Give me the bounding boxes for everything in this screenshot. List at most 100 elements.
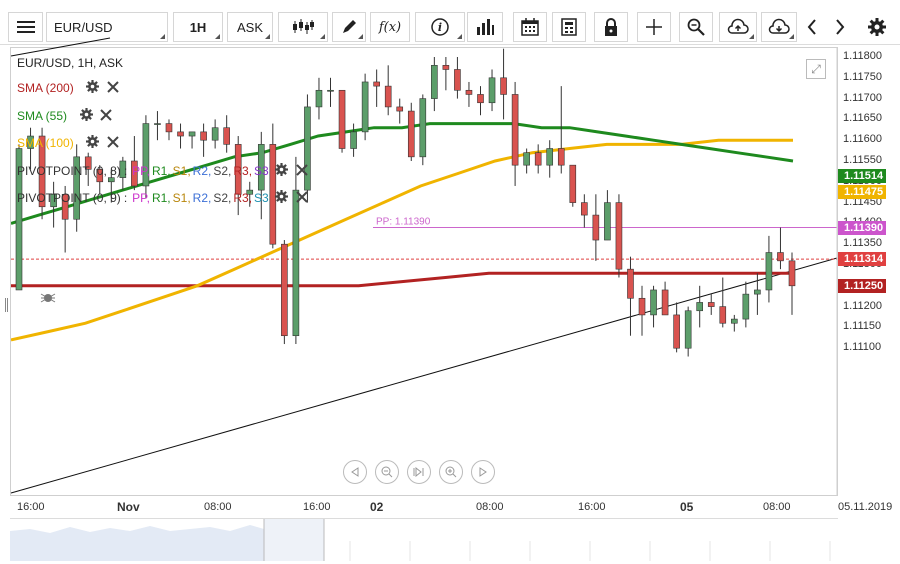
candle [615,194,623,278]
candle-body [223,127,230,145]
indicator-remove-button[interactable] [99,108,113,124]
pane-resize-handle[interactable] [5,298,8,312]
time-axis-label: 05.11.2019 [838,501,893,513]
chart-navigator[interactable] [10,518,838,561]
candle [292,156,300,345]
candle [338,89,346,153]
candle-body [373,81,380,87]
candle [396,98,404,124]
candle [200,123,207,157]
expand-icon: ⤢ [811,61,821,76]
candle [154,111,161,141]
gear-icon[interactable] [86,135,100,148]
close-icon[interactable] [106,135,119,148]
candle [361,73,369,141]
gear-icon[interactable] [275,190,289,203]
time-axis-label: 16:00 [17,501,45,513]
pivot-label: PIVOTPOINT (0, 9) [17,191,121,205]
indicator-settings-button[interactable] [79,108,93,124]
pan-right-button[interactable] [471,460,495,484]
close-icon[interactable] [100,108,112,121]
pivot-settings-button[interactable] [275,163,289,179]
pivot-legend-row: PIVOTPOINT (0, 8): PP, R1, S1, R2, S2, R3, S3 [17,162,309,180]
candle-body [211,127,219,141]
pivot-settings-button[interactable] [275,190,289,206]
price-tag: 1.11514 [838,168,886,183]
candle [177,123,184,149]
triangle-left-icon [351,467,359,477]
zoom-out-button[interactable] [375,460,399,484]
pivot-level-label: R1, [151,164,171,178]
indicator-settings-button[interactable] [86,80,100,96]
zoom-in-icon [445,466,457,478]
pivot-remove-button[interactable] [295,190,309,206]
candle [500,48,507,120]
candle [650,285,657,328]
triangle-right-icon [479,467,487,477]
close-icon[interactable] [296,190,308,203]
price-axis-label: 1.11750 [843,70,882,83]
pivot-level-label: S3 [254,191,269,205]
zoom-out-icon [381,466,393,478]
pivot-level-label: S1, [172,191,191,205]
pivot-remove-button[interactable] [295,163,309,179]
candle [684,306,692,357]
price-axis-label: 1.11150 [843,320,882,333]
candle [627,256,634,336]
close-icon[interactable] [296,163,308,176]
indicator-remove-button[interactable] [106,135,120,151]
indicator-label: SMA (55) [17,109,68,123]
candle-body [465,89,473,95]
price-axis-label: 1.11600 [843,133,882,146]
candle-body [719,306,727,324]
time-axis-label: 05 [680,500,694,514]
candle [511,81,519,186]
candle [454,57,461,99]
candle-body [754,289,761,295]
time-axis-label: 16:00 [578,501,606,513]
gear-icon[interactable] [275,163,289,176]
close-icon[interactable] [106,80,119,93]
candle [350,123,357,157]
candle [384,65,392,116]
indicator-label: SMA (100) [17,136,74,150]
candle [188,131,196,149]
candle [304,94,311,203]
indicator-settings-button[interactable] [86,135,100,151]
reset-button[interactable] [407,460,431,484]
candle [777,227,784,270]
candle [465,81,473,107]
pivot-level-label: S2, [213,164,232,178]
candle [534,144,542,174]
sma200-line [11,271,793,288]
candle [165,119,173,141]
candle [604,190,611,241]
candle [281,240,288,345]
pivot-level-label: R2, [192,164,212,178]
price-axis-label: 1.11100 [843,341,882,354]
pivot-level-label: S1, [172,164,191,178]
candle [742,281,750,328]
zoom-in-button[interactable] [439,460,463,484]
indicator-legend-row: SMA (200) [17,79,120,97]
time-axis-label: 02 [370,500,384,514]
reset-icon [413,467,424,477]
pan-left-button[interactable] [343,460,367,484]
expand-chart-button[interactable]: ⤢ [806,59,826,79]
candle [373,69,380,107]
pivot-level-label: PP, [132,191,150,205]
candle-body [777,252,784,262]
gear-icon[interactable] [79,108,93,121]
candle [269,123,277,249]
time-axis-label: 16:00 [303,501,331,513]
candle [477,86,484,116]
time-axis-label: Nov [117,500,140,514]
candle-body [650,289,657,316]
gear-icon[interactable] [86,80,100,93]
indicator-remove-button[interactable] [106,80,120,96]
pivot-legend-row: PIVOTPOINT (0, 9): PP, R1, S1, R2, S2, R3, S3 [17,189,309,207]
chart-navigation [343,460,495,484]
candle [142,115,150,199]
candle-body [396,106,404,112]
pivot-label: PIVOTPOINT (0, 8) [17,164,121,178]
